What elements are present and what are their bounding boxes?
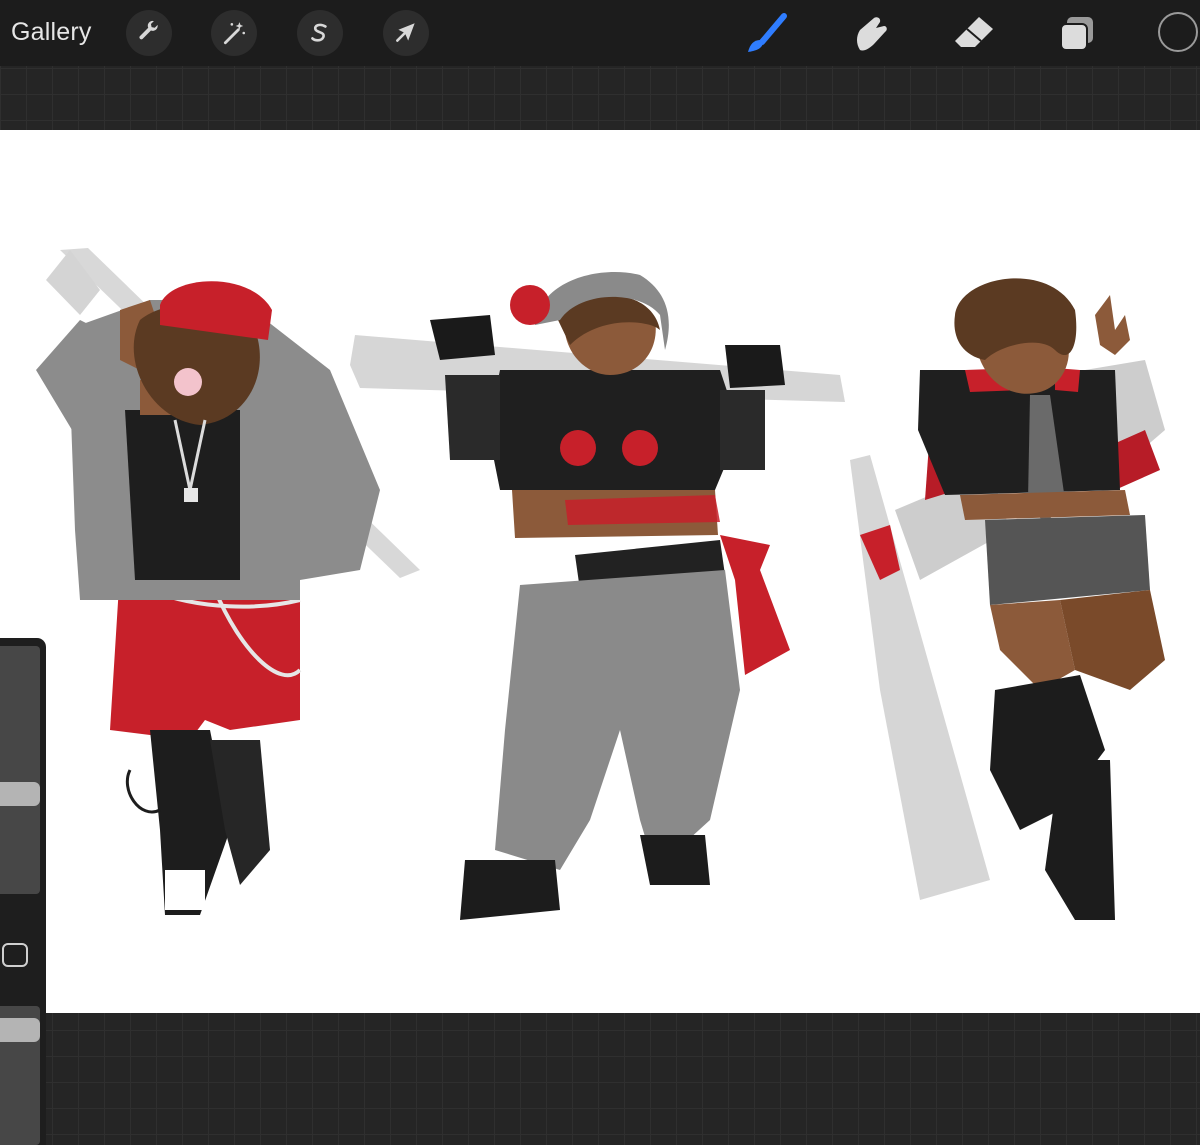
smudge-tool-button[interactable]	[848, 12, 892, 56]
color-circle-icon[interactable]	[1158, 12, 1198, 52]
layers-icon	[1060, 17, 1093, 51]
brush-size-slider-thumb[interactable]	[0, 782, 40, 806]
eraser-icon	[955, 17, 993, 47]
figure-right	[850, 278, 1165, 920]
opacity-slider-thumb[interactable]	[0, 1018, 40, 1042]
arrow-cursor-icon	[396, 23, 415, 42]
selection-s-icon	[311, 23, 327, 42]
gallery-button[interactable]: Gallery	[11, 18, 92, 47]
wrench-icon	[139, 20, 158, 40]
magic-wand-icon	[223, 22, 246, 45]
layers-button[interactable]	[1055, 12, 1099, 56]
eraser-tool-button[interactable]	[952, 12, 996, 56]
actions-button[interactable]	[126, 10, 172, 56]
drawing-canvas[interactable]	[0, 130, 1200, 1013]
transform-button[interactable]	[383, 10, 429, 56]
brush-icon	[748, 13, 787, 52]
character-artwork	[36, 248, 1165, 920]
brush-tool-button[interactable]	[744, 12, 788, 56]
selection-button[interactable]	[297, 10, 343, 56]
figure-middle	[350, 272, 845, 920]
modify-square-icon[interactable]	[2, 943, 28, 967]
brush-size-slider[interactable]	[0, 646, 40, 894]
adjustments-button[interactable]	[211, 10, 257, 56]
top-toolbar: Gallery	[0, 0, 1200, 66]
brush-sidebar	[0, 638, 46, 1145]
smudge-finger-icon	[857, 17, 887, 51]
